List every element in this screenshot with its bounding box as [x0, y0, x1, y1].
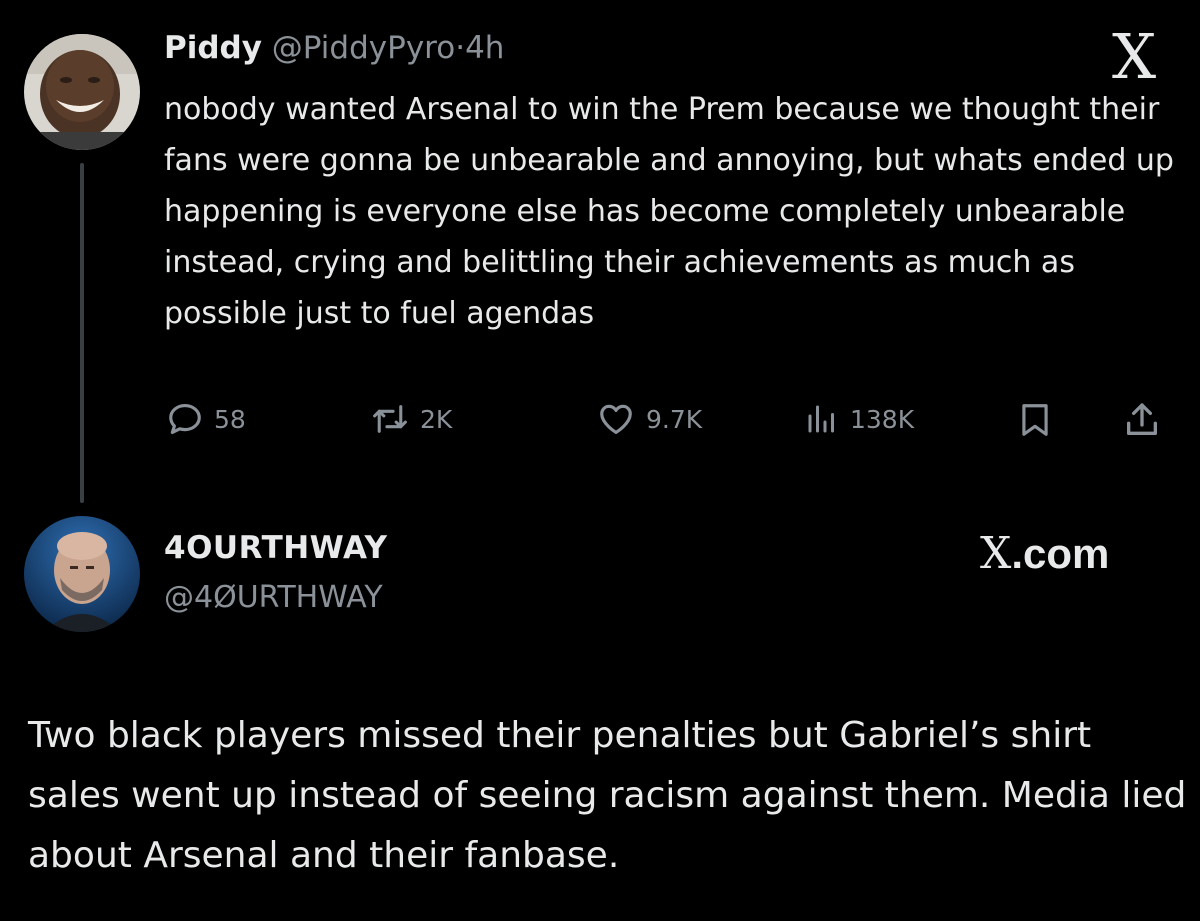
author-handle[interactable]: @PiddyPyro [272, 30, 455, 66]
reply-count: 58 [214, 404, 246, 434]
share-button[interactable] [1122, 400, 1162, 440]
reply-button[interactable]: 58 [166, 400, 246, 438]
like-icon [600, 404, 632, 435]
views-icon [808, 405, 834, 433]
header-separator: · [455, 30, 466, 66]
x-logo-icon: X [980, 528, 1012, 579]
view-count: 138K [850, 404, 915, 434]
repost-count: 2K [420, 404, 453, 434]
tweet-text: nobody wanted Arsenal to win the Prem be… [164, 92, 1174, 331]
author-name[interactable]: 4OURTHWAY [164, 530, 387, 566]
repost-icon [373, 405, 407, 433]
x-logo-icon: X [1112, 20, 1157, 93]
bookmark-icon [1022, 404, 1048, 436]
avatar-piddy[interactable] [24, 34, 140, 150]
tweet-timestamp[interactable]: 4h [465, 30, 504, 66]
avatar-4ourthway[interactable] [24, 516, 140, 632]
tweet-text: Two black players missed their penalties… [28, 715, 1187, 876]
bookmark-button[interactable] [1016, 400, 1054, 440]
thread-connector-line [80, 163, 84, 503]
repost-button[interactable]: 2K [370, 400, 452, 438]
x-com-watermark: X.com [980, 528, 1109, 579]
like-button[interactable]: 9.7K [596, 400, 702, 438]
views-button[interactable]: 138K [804, 400, 914, 438]
tweet-header: Piddy @PiddyPyro·4h [164, 30, 504, 66]
watermark-domain: .com [1011, 530, 1110, 577]
share-icon [1127, 403, 1157, 435]
author-name[interactable]: Piddy [164, 30, 262, 66]
reply-icon [169, 403, 201, 435]
author-handle[interactable]: @4ØURTHWAY [164, 580, 383, 615]
like-count: 9.7K [646, 404, 703, 434]
